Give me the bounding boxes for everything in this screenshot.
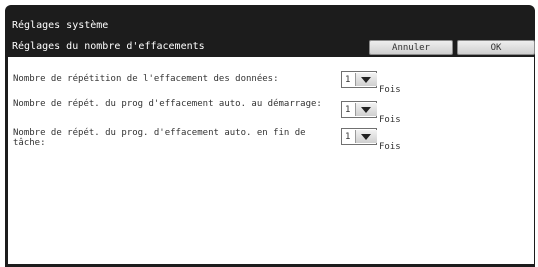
dropdown-arrow-icon[interactable] [355,73,377,86]
ok-button[interactable]: OK [457,40,535,55]
select-value: 1 [345,105,351,115]
setting-label-job-end-erase: Nombre de répét. du prog. d'effacement a… [13,128,306,148]
dropdown-arrow-icon[interactable] [355,130,377,143]
dropdown-arrow-icon[interactable] [355,103,377,116]
dialog-window: Réglages système Réglages du nombre d'ef… [5,5,535,267]
window-title: Réglages système [12,20,109,31]
settings-panel: Nombre de répétition de l'effacement des… [8,57,534,264]
job-end-erase-count-select[interactable]: 1 [341,128,377,145]
setting-label-data-erase: Nombre de répétition de l'effacement des… [13,74,279,84]
title-bar: Réglages système [5,5,535,37]
unit-label: Fois [379,85,401,95]
startup-erase-count-select[interactable]: 1 [341,101,377,118]
sub-header-bar: Réglages du nombre d'effacements Annuler… [5,37,535,57]
cancel-button[interactable]: Annuler [369,40,453,55]
unit-label: Fois [379,115,401,125]
select-value: 1 [345,75,351,85]
select-value: 1 [345,132,351,142]
data-erase-count-select[interactable]: 1 [341,71,377,88]
setting-label-startup-erase: Nombre de répét. du prog d'effacement au… [13,99,322,109]
unit-label: Fois [379,142,401,152]
page-title: Réglages du nombre d'effacements [12,41,205,52]
